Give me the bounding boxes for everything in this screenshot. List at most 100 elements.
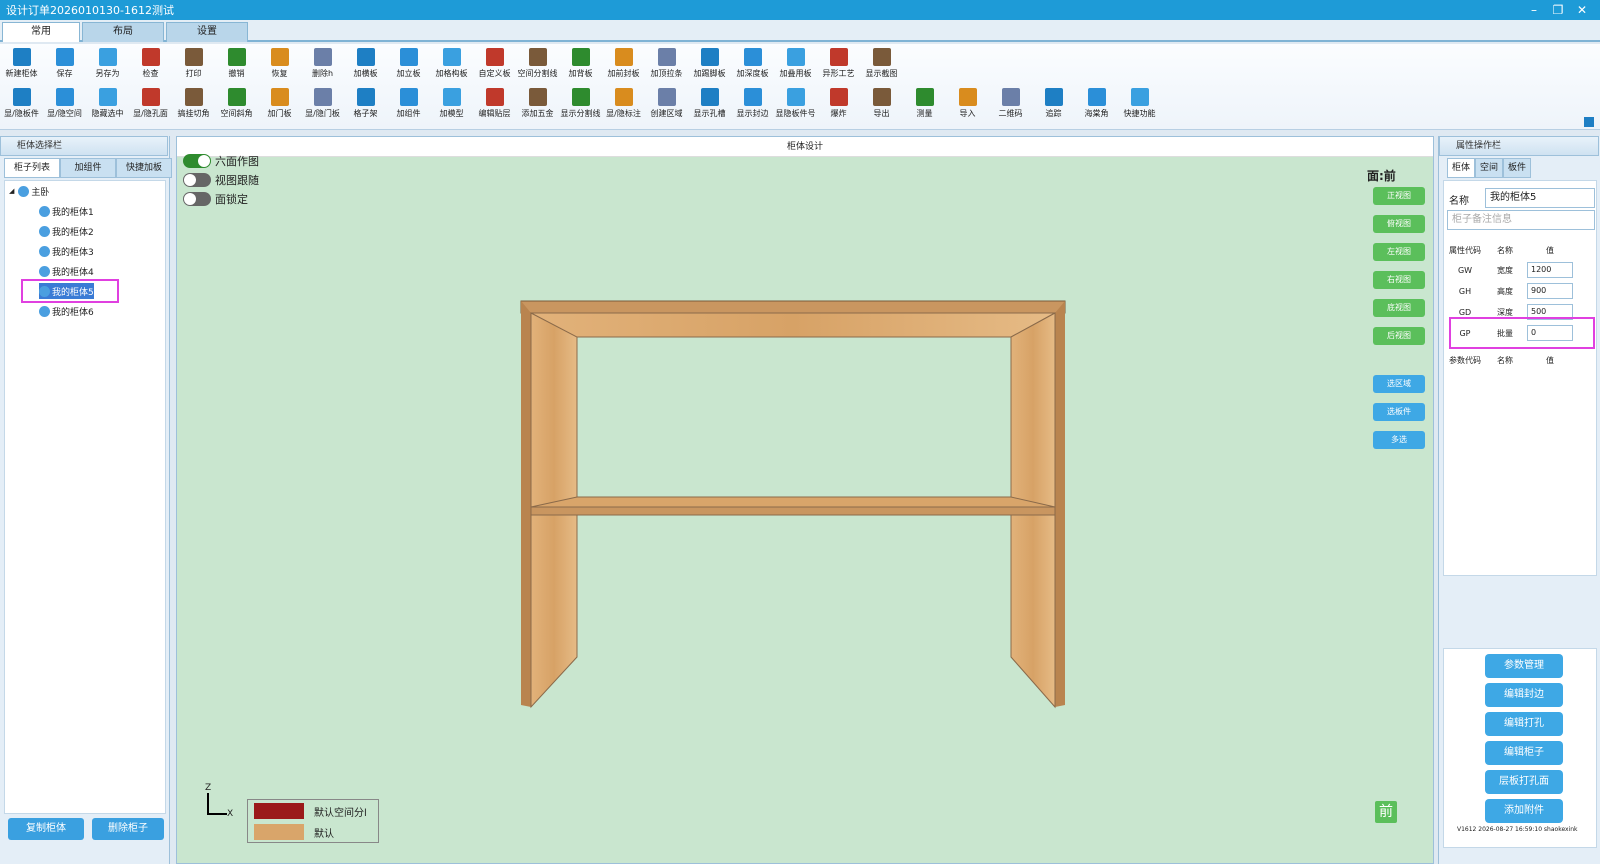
grid-icon[interactable] (1584, 117, 1594, 127)
close-icon[interactable]: ✕ (1572, 0, 1592, 20)
toolbar-button-22[interactable]: 测量 (903, 84, 946, 124)
view-button-4[interactable]: 右视图 (1373, 271, 1425, 289)
toolbar-button-11[interactable]: 加模型 (430, 84, 473, 124)
toolbar-button-19[interactable]: 加叠用板 (774, 44, 817, 84)
toolbar-button-5[interactable]: 搞挂切角 (172, 84, 215, 124)
toolbar-button-13[interactable]: 空间分割线 (516, 44, 559, 84)
name-input[interactable]: 我的柜体5 (1485, 188, 1595, 208)
toolbar-button-27[interactable]: 快捷功能 (1118, 84, 1161, 124)
tab-settings[interactable]: 设置 (166, 22, 248, 42)
action-button-6[interactable]: 添加附件 (1485, 799, 1563, 823)
top-board-edge[interactable] (520, 300, 1066, 314)
toolbar-button-12[interactable]: 编辑贴层 (473, 84, 516, 124)
toolbar-button-17[interactable]: 加踢脚板 (688, 44, 731, 84)
tree-root[interactable]: ◢ 主卧 (9, 183, 49, 199)
action-button-1[interactable]: 参数管理 (1485, 654, 1563, 678)
view-button-6[interactable]: 后视图 (1373, 327, 1425, 345)
toolbar-button-8[interactable]: 删除h (301, 44, 344, 84)
toolbar-button-18[interactable]: 显示封边 (731, 84, 774, 124)
switch-off-icon[interactable] (183, 173, 211, 187)
switch-off-icon[interactable] (183, 192, 211, 206)
tab-common[interactable]: 常用 (2, 22, 80, 42)
front-view-badge[interactable]: 前 (1375, 801, 1397, 823)
view-button-2[interactable]: 俯视图 (1373, 215, 1425, 233)
view-button-1[interactable]: 正视图 (1373, 187, 1425, 205)
tree-item[interactable]: 我的柜体1 (39, 203, 94, 219)
view-button-5[interactable]: 底视图 (1373, 299, 1425, 317)
toolbar-button-2[interactable]: 显/隐空间 (43, 84, 86, 124)
tree-item[interactable]: 我的柜体3 (39, 243, 94, 259)
collapse-icon[interactable]: ◢ (9, 187, 14, 195)
note-input[interactable]: 柜子备注信息 (1447, 210, 1595, 230)
tree-item[interactable]: 我的柜体2 (39, 223, 94, 239)
action-button-4[interactable]: 编辑柜子 (1485, 741, 1563, 765)
tab-cabinet-list[interactable]: 柜子列表 (4, 158, 60, 178)
toggle-face-lock[interactable]: 面锁定 (183, 191, 248, 207)
toolbar-button-11[interactable]: 加格构板 (430, 44, 473, 84)
toolbar-button-7[interactable]: 恢复 (258, 44, 301, 84)
toolbar-button-5[interactable]: 打印 (172, 44, 215, 84)
toolbar-button-8[interactable]: 显/隐门板 (301, 84, 344, 124)
minimize-icon[interactable]: – (1524, 0, 1544, 20)
toolbar-button-21[interactable]: 导出 (860, 84, 903, 124)
design-canvas[interactable]: 柜体设计 六面作图 视图跟随 面锁定 面:前 正视图 俯视图 左视图 右视图 底视图 后视… (176, 136, 1434, 864)
cabinet-model[interactable] (517, 297, 1077, 717)
select-button-1[interactable]: 选区域 (1373, 375, 1425, 393)
action-button-5[interactable]: 层板打孔面 (1485, 770, 1563, 794)
tab-layout[interactable]: 布局 (82, 22, 164, 42)
toolbar-button-23[interactable]: 导入 (946, 84, 989, 124)
tab-board[interactable]: 板件 (1503, 158, 1531, 178)
toolbar-button-4[interactable]: 显/隐孔面 (129, 84, 172, 124)
prop-value-input[interactable]: 900 (1527, 283, 1573, 299)
toolbar-button-25[interactable]: 追踪 (1032, 84, 1075, 124)
tab-quick-board[interactable]: 快捷加板 (116, 158, 172, 178)
delete-cabinet-button[interactable]: 删除柜子 (92, 818, 164, 840)
toolbar-button-4[interactable]: 检查 (129, 44, 172, 84)
toolbar-button-6[interactable]: 撤销 (215, 44, 258, 84)
tab-space[interactable]: 空间 (1475, 158, 1503, 178)
toolbar-button-14[interactable]: 加背板 (559, 44, 602, 84)
toolbar-button-13[interactable]: 添加五金 (516, 84, 559, 124)
toolbar-button-10[interactable]: 加立板 (387, 44, 430, 84)
toolbar-button-24[interactable]: 二维码 (989, 84, 1032, 124)
toolbar-button-14[interactable]: 显示分割线 (559, 84, 602, 124)
toolbar-button-16[interactable]: 加顶拉条 (645, 44, 688, 84)
tree-item[interactable]: 我的柜体4 (39, 263, 94, 279)
toolbar-button-20[interactable]: 异形工艺 (817, 44, 860, 84)
select-button-2[interactable]: 选板件 (1373, 403, 1425, 421)
toolbar-button-15[interactable]: 显/隐标注 (602, 84, 645, 124)
copy-cabinet-button[interactable]: 复制柜体 (8, 818, 84, 840)
toolbar-button-18[interactable]: 加深度板 (731, 44, 774, 84)
switch-on-icon[interactable] (183, 154, 211, 168)
shelf-top[interactable] (530, 496, 1056, 508)
action-button-2[interactable]: 编辑封边 (1485, 683, 1563, 707)
action-button-3[interactable]: 编辑打孔 (1485, 712, 1563, 736)
toolbar-button-1[interactable]: 新建柜体 (0, 44, 43, 84)
tree-item[interactable]: 我的柜体6 (39, 303, 94, 319)
toolbar-button-19[interactable]: 显隐板件号 (774, 84, 817, 124)
toolbar-button-16[interactable]: 创建区域 (645, 84, 688, 124)
top-board[interactable] (529, 312, 1056, 338)
toolbar-button-6[interactable]: 空间斜角 (215, 84, 258, 124)
toolbar-button-7[interactable]: 加门板 (258, 84, 301, 124)
toolbar-button-3[interactable]: 隐藏选中 (86, 84, 129, 124)
toolbar-button-1[interactable]: 显/隐板件 (0, 84, 43, 124)
toolbar-button-10[interactable]: 加组件 (387, 84, 430, 124)
toolbar-button-17[interactable]: 显示孔槽 (688, 84, 731, 124)
tab-add-component[interactable]: 加组件 (60, 158, 116, 178)
toolbar-button-3[interactable]: 另存为 (86, 44, 129, 84)
toggle-six-view[interactable]: 六面作图 (183, 153, 259, 169)
prop-value-input[interactable]: 1200 (1527, 262, 1573, 278)
toolbar-button-9[interactable]: 格子架 (344, 84, 387, 124)
toggle-view-follow[interactable]: 视图跟随 (183, 172, 259, 188)
toolbar-button-12[interactable]: 自定义板 (473, 44, 516, 84)
select-button-3[interactable]: 多选 (1373, 431, 1425, 449)
toolbar-button-2[interactable]: 保存 (43, 44, 86, 84)
toolbar-button-21[interactable]: 显示截图 (860, 44, 903, 84)
toolbar-button-20[interactable]: 爆炸 (817, 84, 860, 124)
tab-cabinet[interactable]: 柜体 (1447, 158, 1475, 178)
view-button-3[interactable]: 左视图 (1373, 243, 1425, 261)
toolbar-button-26[interactable]: 海棠角 (1075, 84, 1118, 124)
toolbar-button-9[interactable]: 加横板 (344, 44, 387, 84)
shelf-board[interactable] (530, 506, 1056, 516)
